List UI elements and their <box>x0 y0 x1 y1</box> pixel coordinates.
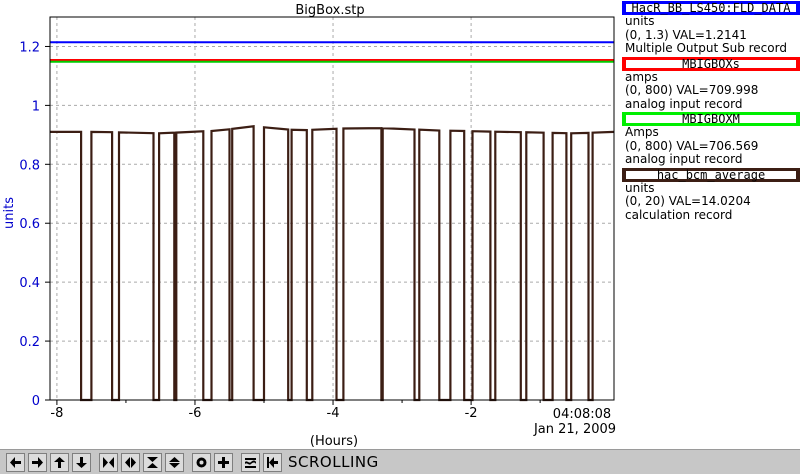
legend-entry[interactable]: HacR_BB_LS450:FLD_DATA units (0, 1.3) VA… <box>620 1 800 56</box>
x-tick-label: -4 <box>327 406 340 421</box>
legend-record: analog input record <box>625 152 743 166</box>
legend: HacR_BB_LS450:FLD_DATA units (0, 1.3) VA… <box>620 0 800 222</box>
arrow-right-icon[interactable] <box>28 452 47 472</box>
x-axis-ticks: -8 -6 -4 -2 <box>50 400 541 421</box>
jump-end-icon[interactable] <box>263 452 282 472</box>
series-line <box>50 125 615 402</box>
legend-range: (0, 800) VAL=709.998 <box>625 83 759 97</box>
x-axis-label: (Hours) <box>310 434 358 449</box>
legend-name-box[interactable]: hac_bcm_average <box>622 167 800 182</box>
y-tick-label: 0.8 <box>19 158 40 173</box>
x-tick-label: -8 <box>50 406 63 421</box>
legend-range: (0, 800) VAL=706.569 <box>625 138 759 153</box>
y-tick-label: 0 <box>32 394 40 409</box>
strip-chart: BigBox.stp units (Hours) 0 0.2 0.4 0.6 0.8 1 1… <box>2 3 616 449</box>
arrow-left-icon[interactable] <box>6 452 25 472</box>
legend-entry[interactable]: hac_bcm_average units (0, 20) VAL=14.020… <box>620 167 800 223</box>
legend-entry[interactable]: MBIGBOXM Amps (0, 800) VAL=706.569 analo… <box>620 112 800 167</box>
plot-frame <box>49 16 615 401</box>
y-tick-label: 0.4 <box>19 276 40 291</box>
legend-name-box[interactable]: HacR_BB_LS450:FLD_DATA <box>622 1 800 15</box>
y-tick-label: 0.2 <box>19 335 40 350</box>
legend-units: amps <box>625 69 658 84</box>
legend-record: calculation record <box>625 207 733 222</box>
y-tick-label: 0.6 <box>19 217 40 232</box>
compress-horizontal-icon[interactable] <box>121 452 140 472</box>
arrow-up-icon[interactable] <box>50 452 69 472</box>
y-tick-label: 1 <box>32 99 40 114</box>
arrow-down-icon[interactable] <box>72 452 91 472</box>
legend-entry[interactable]: MBIGBOXs amps (0, 800) VAL=709.998 analo… <box>620 56 800 112</box>
series-lines <box>50 41 615 402</box>
legend-range: (0, 20) VAL=14.0204 <box>625 194 751 208</box>
toolbar: SCROLLING <box>0 449 800 474</box>
plus-icon[interactable] <box>214 452 233 472</box>
y-axis-label: units <box>2 197 17 229</box>
chart-title: BigBox.stp <box>295 3 364 18</box>
scroll-mode-icon[interactable] <box>241 452 260 472</box>
end-time-label: 04:08:08 <box>553 407 611 422</box>
expand-horizontal-icon[interactable] <box>99 452 118 472</box>
grid-lines <box>50 17 614 400</box>
compress-vertical-icon[interactable] <box>165 452 184 472</box>
x-tick-label: -6 <box>188 406 201 421</box>
legend-range: (0, 1.3) VAL=1.2141 <box>625 27 747 42</box>
scrolling-status: SCROLLING <box>288 453 379 471</box>
y-tick-label: 1.2 <box>19 40 40 55</box>
record-icon[interactable] <box>192 452 211 472</box>
legend-record: Multiple Output Sub record <box>625 41 787 55</box>
legend-units: Amps <box>625 125 659 139</box>
legend-name-box[interactable]: MBIGBOXM <box>622 112 800 126</box>
legend-units: units <box>625 180 655 195</box>
expand-vertical-icon[interactable] <box>143 452 162 472</box>
legend-record: analog input record <box>625 96 743 111</box>
end-date-label: Jan 21, 2009 <box>533 422 616 437</box>
x-tick-label: -2 <box>465 406 478 421</box>
y-axis-ticks: 0 0.2 0.4 0.6 0.8 1 1.2 <box>19 40 50 409</box>
legend-name-box[interactable]: MBIGBOXs <box>622 56 800 71</box>
legend-units: units <box>625 14 655 28</box>
